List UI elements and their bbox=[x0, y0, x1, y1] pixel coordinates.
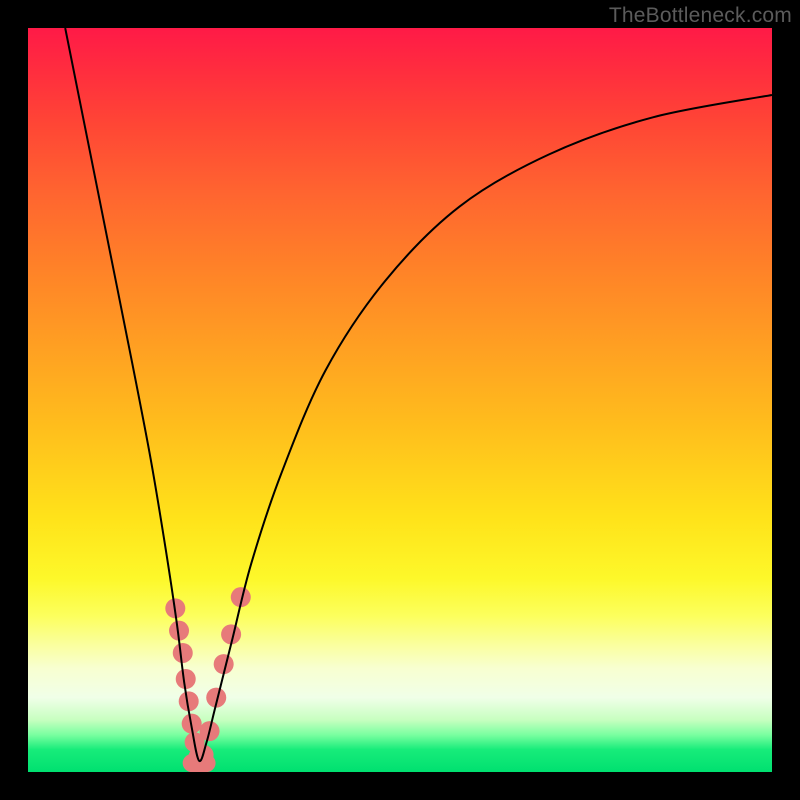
watermark-text: TheBottleneck.com bbox=[609, 4, 792, 28]
chart-plot-area bbox=[28, 28, 772, 772]
chart-marker bbox=[198, 754, 216, 772]
chart-curve bbox=[65, 28, 772, 761]
chart-marker bbox=[176, 669, 196, 689]
chart-marker bbox=[173, 643, 193, 663]
chart-svg bbox=[28, 28, 772, 772]
chart-outer-frame: TheBottleneck.com bbox=[0, 0, 800, 800]
